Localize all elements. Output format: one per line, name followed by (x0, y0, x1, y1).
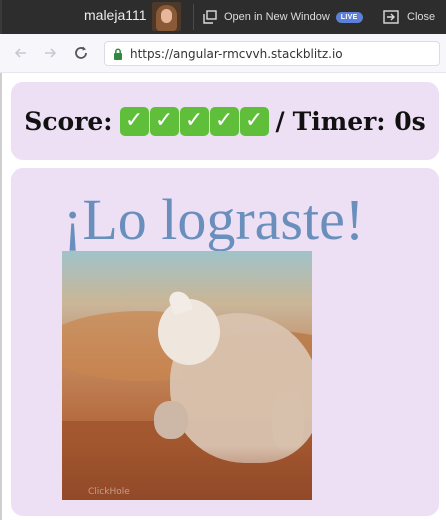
lock-icon (114, 48, 122, 60)
score-checks: ✓ ✓ ✓ ✓ ✓ (119, 106, 270, 136)
left-divider (0, 0, 2, 34)
arrow-right-icon (45, 48, 57, 58)
gif-watermark: ClickHole (88, 487, 130, 497)
url-text: https://angular-rmcvvh.stackblitz.io (130, 46, 343, 61)
reload-icon (75, 46, 87, 59)
topbar-divider (193, 4, 194, 30)
url-bar[interactable]: https://angular-rmcvvh.stackblitz.io (104, 41, 440, 66)
result-title: ¡Lo lograste! (63, 187, 365, 252)
browser-nav-bar: https://angular-rmcvvh.stackblitz.io (0, 34, 446, 73)
check-mark-icon: ✓ (239, 106, 269, 136)
username[interactable]: maleja111 (84, 7, 147, 23)
new-window-icon (203, 10, 217, 24)
close-button[interactable]: Close (383, 6, 435, 28)
score-card: Score: ✓ ✓ ✓ ✓ ✓ / Timer: 0s (11, 82, 439, 160)
score-label: Score: (24, 106, 113, 136)
forward-button[interactable] (41, 44, 59, 62)
page-left-border (0, 73, 2, 520)
close-icon (383, 10, 399, 24)
open-in-new-window-button[interactable]: Open in New Window LIVE (203, 6, 363, 28)
result-card: ¡Lo lograste! ClickHole (11, 168, 439, 516)
user-avatar[interactable] (152, 2, 181, 31)
check-mark-icon: ✓ (119, 106, 149, 136)
celebration-cat-gif: ClickHole (62, 251, 312, 500)
arrow-left-icon (14, 48, 26, 58)
check-mark-icon: ✓ (149, 106, 179, 136)
close-label: Close (407, 11, 436, 23)
live-badge: LIVE (335, 11, 363, 23)
check-mark-icon: ✓ (209, 106, 239, 136)
stackblitz-top-bar: maleja111 Open in New Window LIVE Close (0, 0, 446, 34)
score-separator: / (275, 106, 285, 136)
score-line: Score: ✓ ✓ ✓ ✓ ✓ / Timer: 0s (24, 106, 426, 136)
back-button[interactable] (12, 44, 30, 62)
open-in-new-window-label: Open in New Window (224, 11, 330, 23)
timer-label: Timer: 0s (292, 106, 426, 136)
check-mark-icon: ✓ (179, 106, 209, 136)
reload-button[interactable] (72, 44, 90, 62)
